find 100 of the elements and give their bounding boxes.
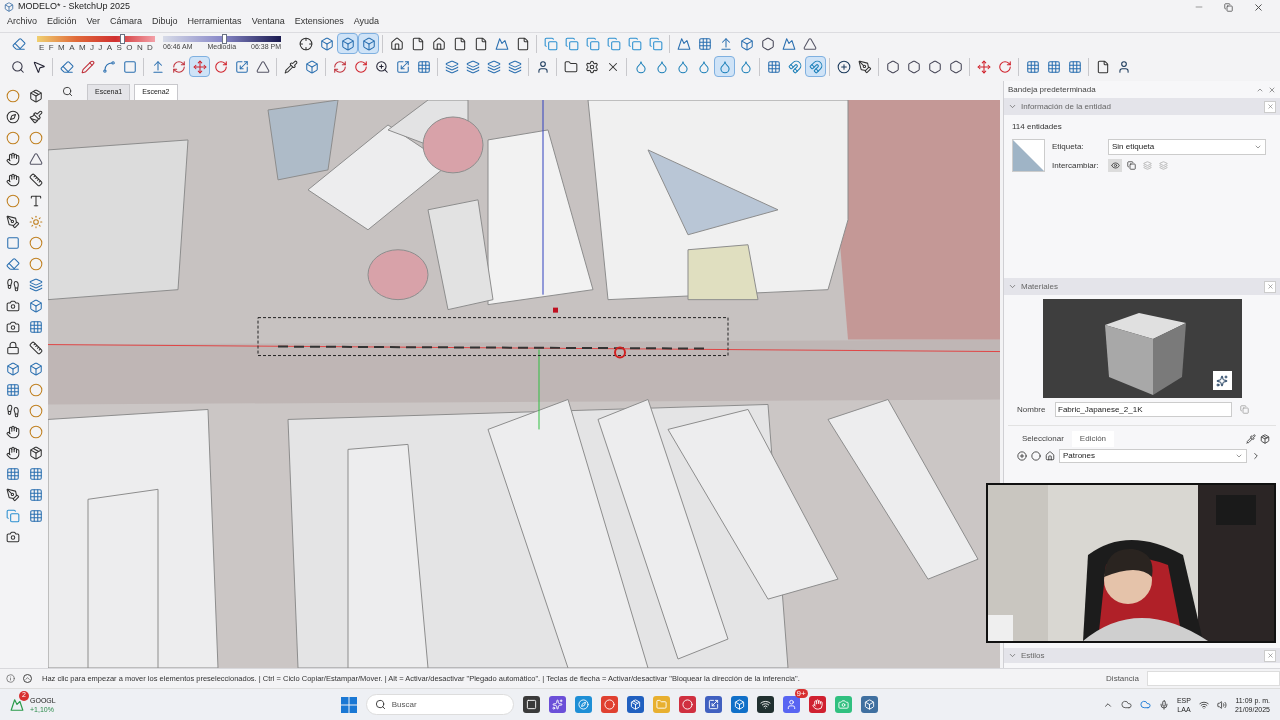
grid-icon [766, 59, 781, 74]
magnet-tool-button[interactable] [805, 56, 826, 77]
rotate-icon [997, 59, 1012, 74]
grid-icon [1067, 59, 1082, 74]
menu-item[interactable]: Ayuda [353, 15, 380, 29]
droplet-icon [717, 59, 732, 74]
volume-icon[interactable] [1216, 699, 1227, 710]
slider-track[interactable] [163, 36, 281, 42]
menu-item[interactable]: Ventana [251, 15, 285, 29]
month-label: S [116, 42, 122, 52]
menu-item[interactable]: Dibujo [152, 15, 178, 29]
layers-toggle-button[interactable] [1156, 159, 1170, 172]
house-icon[interactable] [1045, 451, 1055, 461]
package-icon [28, 88, 43, 103]
menu-item[interactable]: Archivo [7, 15, 37, 29]
windows-logo-icon[interactable] [340, 696, 357, 713]
rectangle-icon [122, 59, 137, 74]
slider-track[interactable] [37, 35, 155, 42]
tape-measure-icon [28, 340, 43, 355]
taskbar-search-field[interactable]: Buscar [365, 694, 514, 715]
cloud-icon[interactable] [1139, 699, 1151, 710]
file-icon [410, 36, 425, 51]
chevron-down-icon[interactable] [1008, 651, 1017, 660]
info-icon[interactable] [6, 674, 15, 683]
cube-icon [28, 361, 43, 376]
droplet-icon [696, 59, 711, 74]
add-icon[interactable] [1017, 451, 1027, 461]
pen-icon [5, 214, 20, 229]
material-name-field[interactable]: Fabric_Japanese_2_1K [1055, 402, 1232, 417]
copy-toggle-button[interactable] [1124, 159, 1138, 172]
grid-icon [5, 382, 20, 397]
select-icon [31, 59, 46, 74]
droplet-icon [654, 59, 669, 74]
month-label: M [58, 42, 65, 52]
close-icon [1266, 283, 1274, 290]
layers-icon [28, 277, 43, 292]
move-icon [976, 59, 991, 74]
arrow-up-icon[interactable] [23, 674, 32, 683]
month-label: A [106, 42, 113, 52]
add-icon [836, 59, 851, 74]
menu-item[interactable]: Cámara [110, 15, 143, 29]
slider-thumb[interactable] [222, 34, 228, 44]
eyedropper-icon[interactable] [1246, 434, 1256, 444]
menu-item[interactable]: Edición [47, 15, 77, 29]
circle-icon[interactable] [1031, 451, 1041, 461]
camera-icon [5, 529, 20, 544]
cube-tool-button[interactable] [358, 33, 379, 54]
grid-icon [1046, 59, 1061, 74]
grid-icon [28, 487, 43, 502]
measurement-field[interactable] [1147, 671, 1280, 686]
package-icon[interactable] [1260, 434, 1270, 444]
droplet-icon [738, 59, 753, 74]
month-label: N [136, 42, 143, 52]
copy-icon [627, 36, 642, 51]
month-label: J [89, 42, 94, 52]
grid-icon [1025, 59, 1040, 74]
material-tab[interactable]: Edición [1071, 431, 1115, 447]
chevron-down-icon[interactable] [1008, 282, 1017, 291]
droplet-tool-button[interactable] [714, 56, 735, 77]
microphone-icon[interactable] [1158, 699, 1169, 710]
section-title: Información de la entidad [1021, 100, 1111, 113]
menu-item[interactable]: Herramientas [187, 15, 242, 29]
window-title: MODELO* - SketchUp 2025 [18, 0, 131, 14]
menu-item[interactable]: Extensiones [294, 15, 344, 29]
copy-icon [585, 36, 600, 51]
circle-icon [5, 88, 20, 103]
section-title: Materiales [1021, 280, 1058, 293]
cube-tool-button[interactable] [337, 33, 358, 54]
droplet-icon [675, 59, 690, 74]
copy-icon [606, 36, 621, 51]
magnet-icon [808, 59, 823, 74]
layers-icon [465, 59, 480, 74]
library-dropdown[interactable]: Patrones [1059, 449, 1247, 463]
hand-icon [5, 424, 20, 439]
magnet-icon [787, 59, 802, 74]
scene-search-button[interactable] [62, 86, 73, 97]
name-label: Nombre [1017, 403, 1047, 416]
month-label: O [126, 42, 133, 52]
month-label: D [147, 42, 153, 52]
close-icon[interactable] [1253, 1, 1264, 13]
slider-thumb[interactable] [119, 33, 125, 44]
circle-icon [5, 130, 20, 145]
layers-icon [507, 59, 522, 74]
tag-dropdown[interactable]: Sin etiqueta [1108, 139, 1266, 155]
move-tool-button[interactable] [189, 56, 210, 77]
close-icon [1266, 103, 1274, 110]
eye-toggle-button[interactable] [1108, 159, 1122, 172]
cloud-icon[interactable] [1120, 699, 1132, 710]
circle-icon [28, 235, 43, 250]
close-icon [1266, 652, 1274, 659]
zoom-icon [10, 59, 25, 74]
chevron-down-icon[interactable] [1008, 102, 1017, 111]
menu-item[interactable]: Ver [86, 15, 101, 29]
restore-icon[interactable] [1224, 2, 1233, 12]
file-icon [452, 36, 467, 51]
tag-label: Etiqueta: [1052, 141, 1085, 153]
layers-toggle-button[interactable] [1140, 159, 1154, 172]
hand-icon [5, 445, 20, 460]
task-view-icon[interactable] [522, 696, 540, 713]
network-icon[interactable] [1198, 699, 1209, 710]
